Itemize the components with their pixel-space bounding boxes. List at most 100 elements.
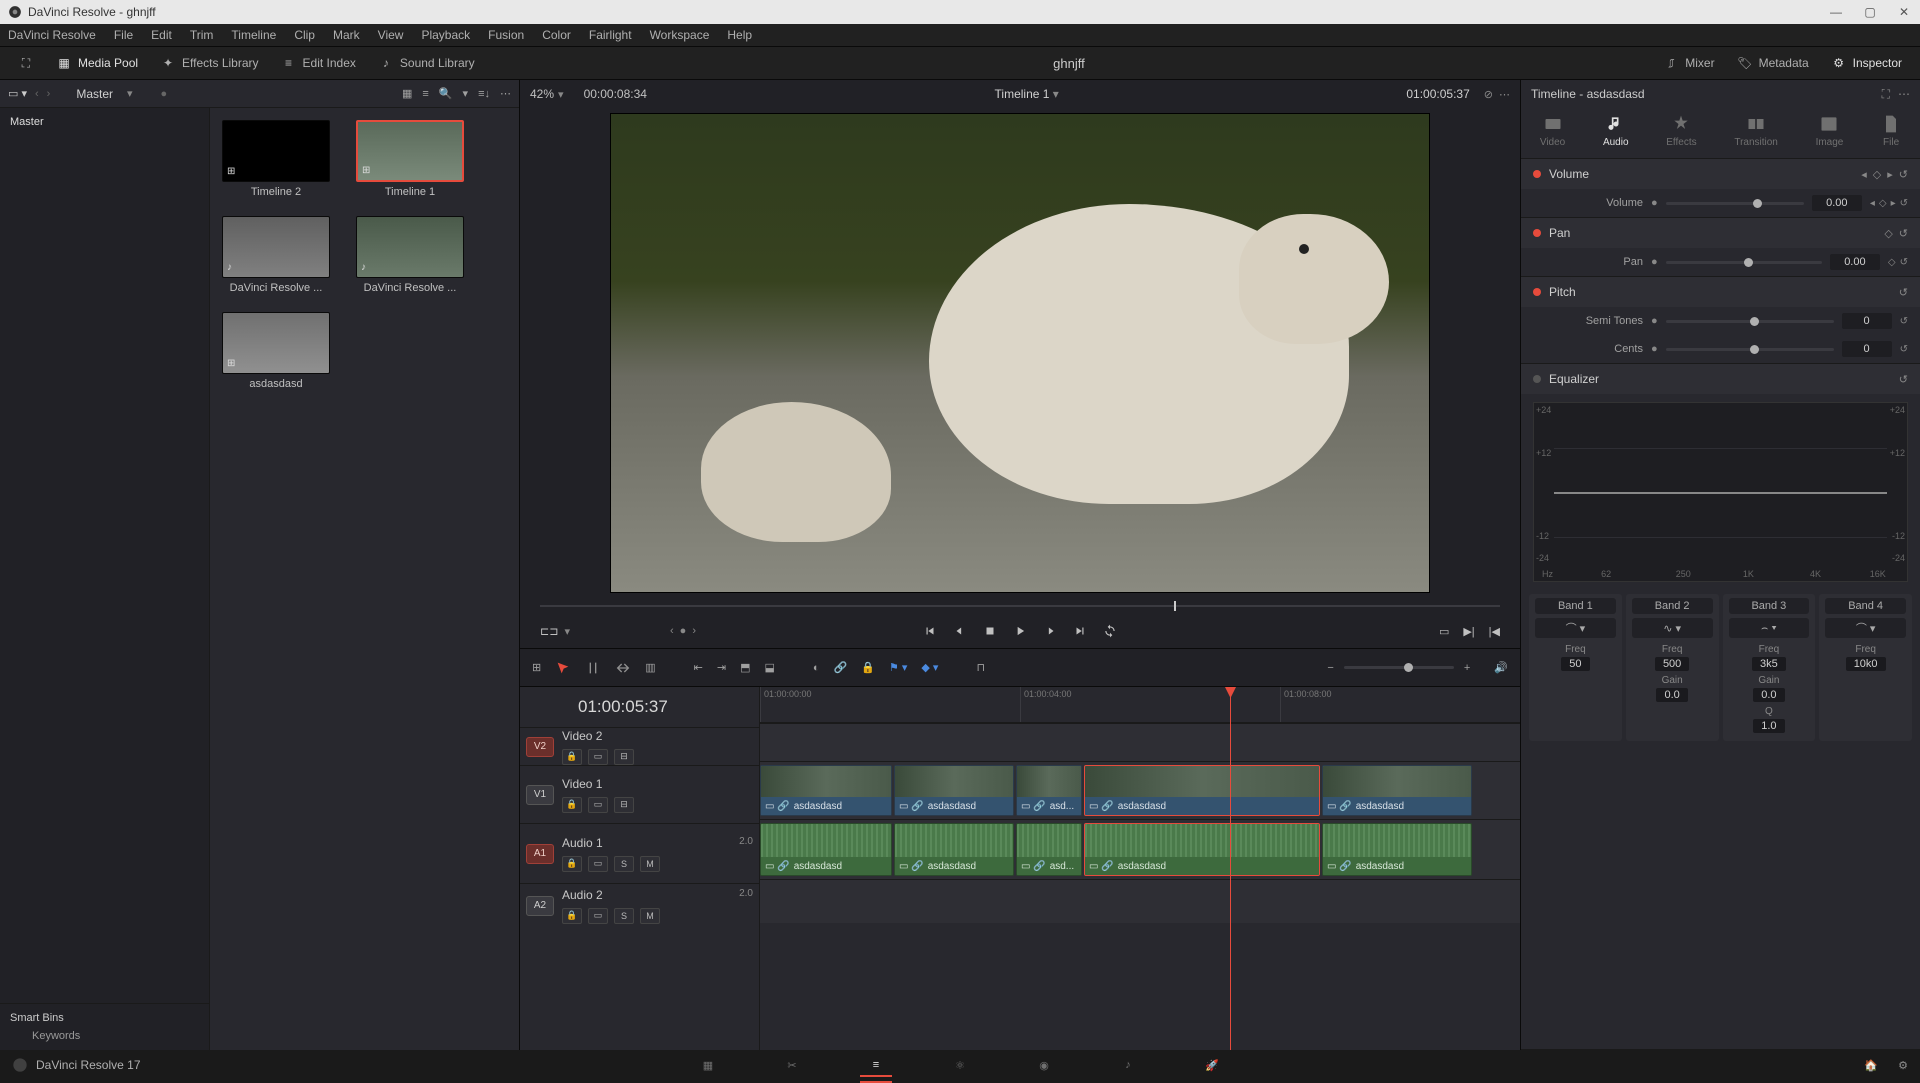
menu-item[interactable]: Fusion (488, 28, 524, 42)
match-frame-icon[interactable]: ▭ (1439, 625, 1449, 638)
reset-icon[interactable]: ↺ (1900, 316, 1908, 327)
retime-icon[interactable]: ◐ (813, 662, 820, 674)
solo-track[interactable]: S (614, 856, 634, 872)
kf-prev[interactable]: ◂ (1861, 168, 1867, 181)
zoom-slider[interactable] (1344, 666, 1454, 669)
menu-item[interactable]: Mark (333, 28, 360, 42)
menu-item[interactable]: Fairlight (589, 28, 632, 42)
clip-thumbnail[interactable]: ⊞ Timeline 1 (356, 120, 464, 198)
band-freq[interactable]: 50 (1561, 657, 1589, 671)
mute-icon[interactable]: 🔊 (1494, 661, 1508, 674)
fairlight-page-icon[interactable]: ♪ (1116, 1053, 1140, 1077)
menu-item[interactable]: DaVinci Resolve (8, 28, 96, 42)
band-toggle[interactable]: Band 2 (1632, 598, 1713, 614)
snap-icon[interactable]: ⊓ (976, 661, 985, 674)
next-edit-icon[interactable]: ▶| (1463, 625, 1474, 638)
next-frame-button[interactable] (1043, 624, 1057, 638)
menu-item[interactable]: Timeline (231, 28, 276, 42)
audio-clip[interactable]: ▭ 🔗 asdasdasd (1084, 823, 1320, 876)
band-shape-select[interactable]: ∿ ▾ (1632, 618, 1713, 638)
solo-track[interactable]: S (614, 908, 634, 924)
sort-icon[interactable]: ▾ (463, 87, 469, 100)
auto-select[interactable]: ▭ (588, 797, 608, 813)
media-page-icon[interactable]: ▦ (696, 1053, 720, 1077)
sound-library-button[interactable]: ♪Sound Library (370, 51, 483, 75)
menu-item[interactable]: Trim (190, 28, 214, 42)
inspector-expand-icon[interactable]: ⛶ (1882, 87, 1890, 102)
track-header-v1[interactable]: V1 Video 1 🔒▭⊟ (520, 765, 759, 823)
track-header-v2[interactable]: V2 Video 2 🔒▭⊟ (520, 727, 759, 765)
replace-icon[interactable]: ⬒ (740, 661, 750, 674)
bin-root[interactable]: Master (0, 108, 209, 136)
semitones-slider[interactable] (1666, 320, 1834, 323)
home-icon[interactable]: 🏠 (1864, 1059, 1878, 1072)
next-edit-small[interactable]: › (692, 625, 696, 637)
list-view-icon[interactable]: ≡ (422, 88, 428, 100)
lock-icon[interactable]: 🔒 (861, 661, 875, 674)
fullscreen-button[interactable]: ⛶ (10, 51, 42, 75)
reset-icon[interactable]: ↺ (1900, 344, 1908, 355)
track-header-a2[interactable]: A2 Audio 22.0 🔒▭SM (520, 883, 759, 927)
menu-item[interactable]: Playback (421, 28, 470, 42)
fit-icon[interactable]: ⬓ (764, 661, 774, 674)
zoom-out-icon[interactable]: − (1327, 662, 1333, 674)
video-clip[interactable]: ▭ 🔗 asdasdasd (894, 765, 1014, 816)
band-shape-select[interactable]: ⌢ ▾ (1729, 618, 1810, 638)
disable-track[interactable]: ⊟ (614, 797, 634, 813)
menu-item[interactable]: Clip (294, 28, 315, 42)
track-a1[interactable]: ▭ 🔗 asdasdasd ▭ 🔗 asdasdasd ▭ 🔗 asd... ▭… (760, 819, 1520, 879)
lock-track[interactable]: 🔒 (562, 749, 582, 765)
track-v2[interactable] (760, 723, 1520, 761)
nav-back[interactable]: ‹ (35, 88, 39, 100)
prev-frame-button[interactable] (953, 624, 967, 638)
first-frame-button[interactable] (923, 624, 937, 638)
playhead[interactable] (1230, 687, 1231, 1050)
kf-next[interactable]: ▸ (1887, 168, 1893, 181)
marker-icon[interactable]: ◆ ▾ (921, 661, 938, 674)
tab-transition[interactable]: Transition (1734, 114, 1778, 148)
auto-select[interactable]: ▭ (588, 749, 608, 765)
filter-icon[interactable]: ≡↓ (478, 88, 490, 100)
track-a2[interactable] (760, 879, 1520, 923)
reset-icon[interactable]: ↺ (1899, 168, 1908, 181)
inspector-options-icon[interactable]: ⋯ (1898, 87, 1910, 101)
menu-item[interactable]: Color (542, 28, 571, 42)
effects-library-button[interactable]: ✦Effects Library (152, 51, 266, 75)
reset-icon[interactable]: ↺ (1899, 373, 1908, 386)
kf-prev[interactable]: ◂ (1870, 198, 1875, 209)
edit-page-icon[interactable]: ≡ (864, 1053, 888, 1077)
bin-dropdown[interactable]: ▾ (127, 87, 133, 100)
pan-slider[interactable] (1666, 261, 1822, 264)
tab-effects[interactable]: Effects (1666, 114, 1696, 148)
track-v1[interactable]: ▭ 🔗 asdasdasd ▭ 🔗 asdasdasd ▭ 🔗 asd... ▭… (760, 761, 1520, 819)
reset-icon[interactable]: ↺ (1900, 257, 1908, 268)
audio-clip[interactable]: ▭ 🔗 asdasdasd (894, 823, 1014, 876)
menu-item[interactable]: Edit (151, 28, 172, 42)
timeline-name[interactable]: Timeline 1 (995, 87, 1050, 101)
pan-value[interactable]: 0.00 (1830, 254, 1880, 270)
selection-tool[interactable] (555, 660, 571, 676)
dynamic-trim-tool[interactable] (615, 660, 631, 676)
audio-clip[interactable]: ▭ 🔗 asdasdasd (760, 823, 892, 876)
cents-slider[interactable] (1666, 348, 1834, 351)
audio-clip[interactable]: ▭ 🔗 asd... (1016, 823, 1082, 876)
inout-dropdown[interactable]: ▾ (564, 625, 570, 638)
media-pool-button[interactable]: ▦Media Pool (48, 51, 146, 75)
track-header-a1[interactable]: A1 Audio 12.0 🔒▭SM (520, 823, 759, 883)
lock-track[interactable]: 🔒 (562, 797, 582, 813)
bypass-icon[interactable]: ⊘ (1484, 88, 1493, 101)
eq-graph[interactable]: +24 +12 -12 -24 +24 +12 -12 -24 Hz 62 25… (1533, 402, 1908, 582)
dec-icon[interactable]: ● (1651, 197, 1658, 209)
stop-button[interactable] (983, 624, 997, 638)
volume-slider[interactable] (1666, 202, 1804, 205)
prev-edit-icon[interactable]: |◀ (1489, 625, 1500, 638)
mixer-button[interactable]: ⎎Mixer (1655, 51, 1722, 75)
clip-thumbnail[interactable]: ⊞ asdasdasd (222, 312, 330, 390)
band-freq[interactable]: 3k5 (1752, 657, 1786, 671)
maximize-button[interactable]: ▢ (1862, 5, 1878, 19)
band-freq[interactable]: 500 (1655, 657, 1689, 671)
audio-clip[interactable]: ▭ 🔗 asdasdasd (1322, 823, 1472, 876)
cents-value[interactable]: 0 (1842, 341, 1892, 357)
video-clip[interactable]: ▭ 🔗 asdasdasd (1322, 765, 1472, 816)
tab-file[interactable]: File (1881, 114, 1901, 148)
